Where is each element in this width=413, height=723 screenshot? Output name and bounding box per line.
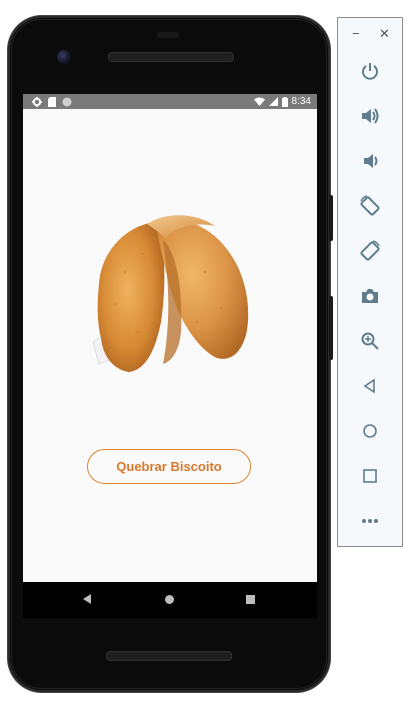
power-icon[interactable]	[357, 58, 383, 84]
emulator-toolbar: − ✕	[337, 17, 403, 547]
navigation-bar	[23, 582, 317, 618]
recents-icon[interactable]	[246, 595, 255, 604]
volume-hardware-button[interactable]	[329, 195, 333, 241]
sd-card-icon	[48, 96, 56, 107]
camera-icon[interactable]	[357, 283, 383, 309]
back-icon[interactable]	[83, 594, 91, 604]
rotate-left-icon[interactable]	[357, 193, 383, 219]
front-camera	[57, 50, 71, 64]
battery-icon	[281, 96, 288, 107]
status-time: 8:34	[291, 96, 311, 107]
status-bar: 8:34	[23, 94, 317, 109]
rotate-right-icon[interactable]	[357, 238, 383, 264]
settings-icon	[32, 96, 42, 107]
power-hardware-button[interactable]	[329, 296, 333, 360]
earpiece	[157, 32, 179, 38]
home-icon[interactable]	[357, 418, 383, 444]
sync-icon	[62, 97, 72, 106]
home-icon[interactable]	[165, 595, 174, 604]
volume-down-icon[interactable]	[357, 148, 383, 174]
back-icon[interactable]	[357, 373, 383, 399]
volume-up-icon[interactable]	[357, 103, 383, 129]
more-icon[interactable]	[357, 508, 383, 534]
close-icon[interactable]: ✕	[379, 26, 390, 42]
fortune-cookie-image	[92, 215, 249, 372]
device-screen: 8:34 Quebrar Biscoito	[23, 94, 317, 582]
break-cookie-button[interactable]: Quebrar Biscoito	[87, 449, 251, 484]
bottom-speaker	[106, 651, 232, 661]
cell-signal-icon	[268, 97, 278, 106]
wifi-icon	[253, 97, 265, 106]
overview-icon[interactable]	[357, 463, 383, 489]
zoom-icon[interactable]	[357, 328, 383, 354]
top-speaker	[108, 52, 234, 62]
minimize-icon[interactable]: −	[352, 26, 360, 41]
